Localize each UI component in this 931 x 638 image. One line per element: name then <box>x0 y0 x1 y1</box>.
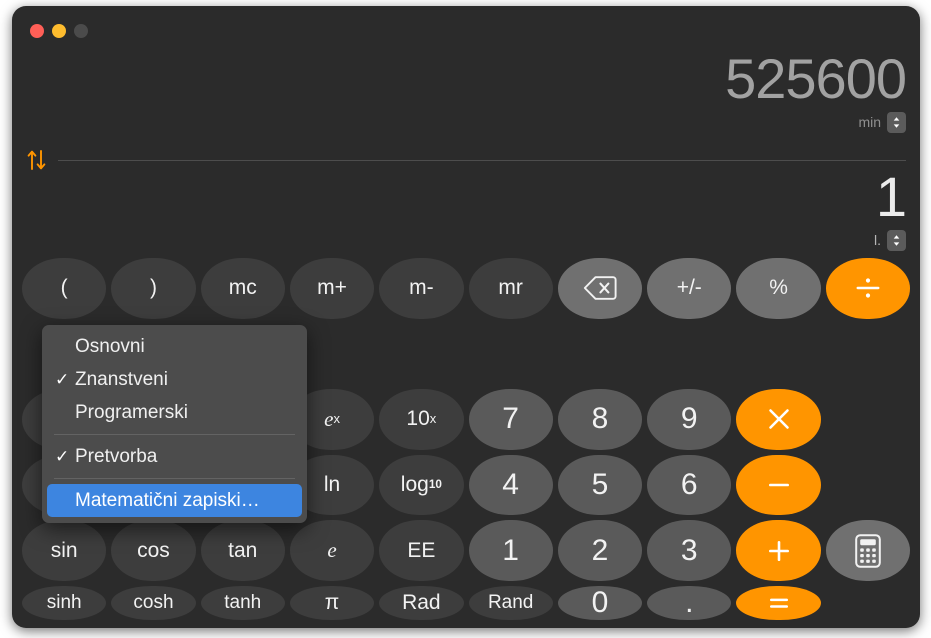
menu-item-math-notes[interactable]: Matematični zapiski… <box>47 484 302 517</box>
calculator-window: 525600 min 1 l. () mc m+ m- mr +/- % e … <box>12 6 920 628</box>
backspace-icon <box>583 276 617 301</box>
keypad-spacer <box>826 455 910 516</box>
digit-2[interactable]: 2 <box>557 520 643 581</box>
conversion-to-unit: l. <box>874 232 881 248</box>
menu-item-label: Matematični zapiski… <box>75 489 260 511</box>
menu-item-conversion[interactable]: ✓ Pretvorba <box>47 440 302 473</box>
hyperbolic-sine[interactable]: sinh <box>22 585 107 620</box>
sine[interactable]: sin <box>22 520 107 581</box>
calculator-icon[interactable] <box>825 520 910 581</box>
conversion-to-unit-stepper[interactable] <box>887 229 906 251</box>
zoom-button[interactable] <box>74 24 88 38</box>
menu-item-scientific[interactable]: ✓ Znanstveni <box>47 363 302 396</box>
digit-0[interactable]: 0 <box>557 585 643 620</box>
multiply-icon <box>768 409 789 430</box>
conversion-from-row[interactable]: 525600 min <box>26 47 907 133</box>
ten-to-the-x[interactable]: 10 x <box>379 389 464 450</box>
equals[interactable] <box>736 585 821 620</box>
digit-8[interactable]: 8 <box>557 389 643 450</box>
display-divider <box>58 159 906 161</box>
log-base-10[interactable]: log 10 <box>379 454 464 516</box>
menu-separator <box>54 434 295 435</box>
minus-icon <box>768 483 789 487</box>
menu-item-label: Programerski <box>75 401 188 423</box>
divide[interactable] <box>825 258 910 319</box>
chevron-up-down-icon <box>893 116 900 128</box>
menu-separator <box>54 478 295 479</box>
digit-1[interactable]: 1 <box>468 520 553 581</box>
memory-add[interactable]: m+ <box>289 258 375 319</box>
calculator-app: 525600 min 1 l. () mc m+ m- mr +/- % e … <box>0 0 931 638</box>
digit-3[interactable]: 3 <box>647 520 732 581</box>
radians-toggle[interactable]: Rad <box>379 585 464 620</box>
menu-item-label: Znanstveni <box>75 368 168 390</box>
exponent-entry[interactable]: EE <box>379 520 464 581</box>
sign-toggle[interactable]: +/- <box>647 258 732 319</box>
cosine[interactable]: cos <box>111 520 196 581</box>
view-dropdown-menu: Osnovni ✓ Znanstveni Programerski ✓ Pretvorba… <box>42 325 307 523</box>
conversion-from-unit-stepper[interactable] <box>887 111 906 133</box>
close-button[interactable] <box>30 24 44 38</box>
divide-icon <box>856 278 880 298</box>
conversion-to-value: 1 <box>875 165 907 228</box>
menu-item-basic[interactable]: Osnovni <box>47 330 302 363</box>
hyperbolic-cosine[interactable]: cosh <box>111 585 196 620</box>
pi[interactable]: π <box>289 585 375 620</box>
delete-backspace-icon[interactable] <box>557 258 643 319</box>
chevron-up-down-icon <box>893 234 900 246</box>
multiply[interactable] <box>736 389 821 450</box>
equals-icon <box>769 598 788 608</box>
calculator-icon <box>855 533 881 568</box>
close-paren[interactable]: ) <box>111 258 196 319</box>
digit-5[interactable]: 5 <box>557 454 643 516</box>
display-panel: 525600 min 1 l. <box>12 6 920 252</box>
window-controls <box>30 24 88 38</box>
conversion-from-value: 525600 <box>725 47 907 110</box>
subtract[interactable] <box>736 454 821 516</box>
memory-subtract[interactable]: m- <box>379 258 464 319</box>
decimal-point[interactable]: . <box>647 585 732 620</box>
open-paren[interactable]: ( <box>22 258 107 319</box>
menu-item-programmer[interactable]: Programerski <box>47 396 302 429</box>
conversion-to-row[interactable]: 1 l. <box>26 165 907 251</box>
digit-7[interactable]: 7 <box>468 389 553 450</box>
plus-icon <box>768 540 789 561</box>
menu-item-label: Osnovni <box>75 335 145 357</box>
digit-6[interactable]: 6 <box>647 454 732 516</box>
digit-9[interactable]: 9 <box>647 389 732 450</box>
hyperbolic-tangent[interactable]: tanh <box>200 585 285 620</box>
conversion-from-unit: min <box>858 114 881 130</box>
conversion-from-unit-line: min <box>26 111 906 133</box>
keypad-spacer <box>826 389 910 450</box>
conversion-to-unit-line: l. <box>26 229 906 251</box>
memory-recall[interactable]: mr <box>468 258 553 319</box>
menu-checkmark-icon: ✓ <box>55 369 70 389</box>
tangent[interactable]: tan <box>200 520 285 581</box>
euler-number[interactable]: e <box>289 520 375 581</box>
memory-clear[interactable]: mc <box>200 258 285 319</box>
random[interactable]: Rand <box>468 585 553 620</box>
add[interactable] <box>736 520 821 581</box>
menu-item-label: Pretvorba <box>75 445 158 467</box>
percent[interactable]: % <box>736 258 821 319</box>
digit-4[interactable]: 4 <box>468 454 553 516</box>
menu-checkmark-icon: ✓ <box>55 446 70 466</box>
minimize-button[interactable] <box>52 24 66 38</box>
